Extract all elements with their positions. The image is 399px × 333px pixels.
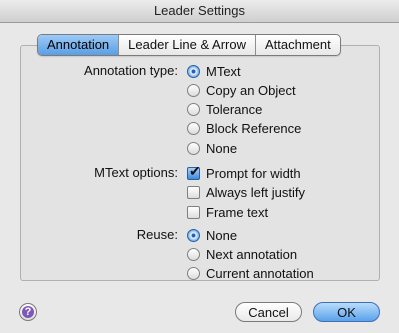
tab-attachment[interactable]: Attachment xyxy=(254,35,340,55)
always-left-justify-option[interactable]: Always left justify xyxy=(187,184,305,200)
question-mark-icon: ? xyxy=(22,306,34,318)
annotation-type-tolerance-option[interactable]: Tolerance xyxy=(187,101,262,117)
option-label: Copy an Object xyxy=(206,82,296,98)
reuse-current-annotation-option[interactable]: Current annotation xyxy=(187,265,314,281)
option-label: Block Reference xyxy=(206,120,302,136)
mtext-options-label: MText options: xyxy=(94,165,178,180)
radio-selected-icon[interactable] xyxy=(187,228,200,242)
annotation-type-none-option[interactable]: None xyxy=(187,140,237,156)
option-label: Next annotation xyxy=(206,246,298,262)
ok-button[interactable]: OK xyxy=(313,302,380,322)
checkbox-icon[interactable] xyxy=(187,185,200,199)
option-label: MText xyxy=(206,63,241,79)
reuse-label: Reuse: xyxy=(136,227,178,242)
radio-icon[interactable] xyxy=(187,247,200,261)
frame-text-option[interactable]: Frame text xyxy=(187,204,268,220)
tab-bar: Annotation Leader Line & Arrow Attachmen… xyxy=(37,34,341,56)
radio-icon[interactable] xyxy=(187,121,200,135)
window-title: Leader Settings xyxy=(153,3,246,18)
reuse-next-annotation-option[interactable]: Next annotation xyxy=(187,246,297,262)
annotation-type-copy-object-option[interactable]: Copy an Object xyxy=(187,82,296,98)
window-title-bar: Leader Settings xyxy=(0,0,399,23)
annotation-type-label: Annotation type: xyxy=(84,63,178,78)
annotation-type-block-reference-option[interactable]: Block Reference xyxy=(187,120,301,136)
reuse-none-option[interactable]: None xyxy=(187,227,237,243)
cancel-button[interactable]: Cancel xyxy=(235,302,302,322)
option-label: Tolerance xyxy=(206,101,263,117)
option-label: Current annotation xyxy=(206,265,314,281)
checkbox-icon[interactable] xyxy=(187,205,200,219)
option-label: None xyxy=(206,227,238,243)
radio-selected-icon[interactable] xyxy=(187,64,200,78)
prompt-for-width-option[interactable]: ✔ Prompt for width xyxy=(187,164,301,181)
radio-icon[interactable] xyxy=(187,83,200,97)
checkbox-checked-icon[interactable]: ✔ xyxy=(187,164,201,180)
radio-icon[interactable] xyxy=(187,266,200,280)
option-label: Always left justify xyxy=(206,184,305,200)
radio-icon[interactable] xyxy=(187,141,200,155)
option-label: Frame text xyxy=(206,204,269,220)
tab-annotation[interactable]: Annotation xyxy=(38,35,119,55)
radio-icon[interactable] xyxy=(187,102,200,116)
help-button[interactable]: ? xyxy=(19,303,37,321)
tab-leader-line-arrow[interactable]: Leader Line & Arrow xyxy=(118,35,255,55)
option-label: None xyxy=(206,140,238,156)
option-label: Prompt for width xyxy=(206,165,301,181)
annotation-type-mtext-option[interactable]: MText xyxy=(187,63,241,79)
